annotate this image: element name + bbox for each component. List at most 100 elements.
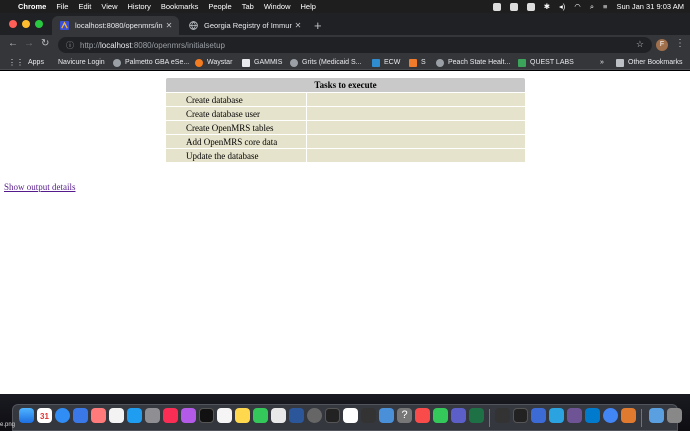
task-name: Update the database [166,148,306,162]
tab-georgia-registry[interactable]: Georgia Registry of Immunizatio ✕ [181,16,308,35]
trash-icon[interactable] [667,408,682,423]
menu-app-name[interactable]: Chrome [18,2,46,11]
notes-icon[interactable] [235,408,250,423]
dock-separator [489,409,490,427]
bookmark-ecw[interactable]: ECW [372,55,400,70]
disk-utility-icon[interactable] [379,408,394,423]
status-app-icon[interactable] [492,2,501,11]
wifi-icon[interactable]: ◠ [574,2,581,11]
database-icon[interactable] [531,408,546,423]
chrome-menu-icon[interactable]: ⋮ [675,38,685,49]
pages-icon[interactable] [109,408,124,423]
github-icon[interactable] [567,408,582,423]
bookmark-apps[interactable]: ⋮⋮ Apps [8,55,44,70]
safari-icon[interactable] [55,408,70,423]
bookmark-quest-labs[interactable]: QUEST LABS [518,55,574,70]
bookmark-waystar[interactable]: Waystar [195,55,232,70]
tab-title: localhost:8080/openmrs/initialse [75,21,163,30]
menu-people[interactable]: People [208,2,231,11]
task-status [306,106,525,120]
desktop-file-label[interactable]: e.png [0,422,15,428]
app-store-icon[interactable] [127,408,142,423]
podcasts-icon[interactable] [181,408,196,423]
status-app-icon[interactable] [526,2,535,11]
reload-icon[interactable]: ↻ [41,38,49,49]
bluetooth-icon[interactable]: ✱ [544,2,550,11]
site-info-icon[interactable]: ⓘ [66,40,74,51]
menu-bookmarks[interactable]: Bookmarks [161,2,199,11]
bookmark-s[interactable]: S [409,55,426,70]
bookmark-palmetto[interactable]: Palmetto GBA eSe... [113,55,189,70]
bookmark-navicure[interactable]: Navicure Login [58,55,105,70]
task-name: Create database [166,92,306,106]
google-icon[interactable] [343,408,358,423]
profile-avatar[interactable]: F [656,39,668,51]
menu-view[interactable]: View [101,2,117,11]
menu-edit[interactable]: Edit [78,2,91,11]
reminders-icon[interactable] [217,408,232,423]
word-icon[interactable] [289,408,304,423]
menu-window[interactable]: Window [264,2,291,11]
task-name: Create database user [166,106,306,120]
bookmark-grits[interactable]: Grits (Medicaid S... [290,55,362,70]
tab-openmrs-setup[interactable]: localhost:8080/openmrs/initialse ✕ [52,16,179,35]
mail-icon[interactable] [73,408,88,423]
bookmark-peach-state[interactable]: Peach State Healt... [436,55,510,70]
activity-icon[interactable] [361,408,376,423]
show-output-details-link[interactable]: Show output details [4,182,76,192]
menu-file[interactable]: File [56,2,68,11]
menu-history[interactable]: History [128,2,151,11]
chrome-icon[interactable] [603,408,618,423]
zoom-window-button[interactable] [35,20,43,28]
tab-strip: localhost:8080/openmrs/initialse ✕ Georg… [0,13,690,35]
forward-arrow-icon[interactable]: → [24,38,34,49]
vscode-icon[interactable] [585,408,600,423]
chrome-icon[interactable] [307,408,322,423]
close-window-button[interactable] [9,20,17,28]
bookmark-gammis[interactable]: GAMMIS [242,55,282,70]
close-tab-icon[interactable]: ✕ [163,21,175,30]
page-icon [242,58,250,67]
folder-icon [616,58,624,67]
preview-icon[interactable] [271,408,286,423]
help-icon[interactable]: ? [397,408,412,423]
volume-icon[interactable]: ◂) [559,2,565,11]
back-arrow-icon[interactable]: ← [8,38,18,49]
downloads-folder-icon[interactable] [649,408,664,423]
url-scheme: http:// [80,40,101,50]
menu-help[interactable]: Help [301,2,316,11]
waystar-icon [195,58,203,67]
stocks-icon[interactable] [495,408,510,423]
finder-icon[interactable] [19,408,34,423]
bookmark-other-bookmarks[interactable]: Other Bookmarks [616,55,682,70]
excel-icon[interactable] [469,408,484,423]
status-app-icon[interactable] [509,2,518,11]
search-icon[interactable]: ⌕ [590,2,594,12]
terminal-icon[interactable] [513,408,528,423]
new-tab-button[interactable]: + [314,18,322,33]
music-icon[interactable] [163,408,178,423]
bookmarks-overflow-button[interactable]: » [600,55,604,70]
minimize-window-button[interactable] [22,20,30,28]
close-tab-icon[interactable]: ✕ [292,21,304,30]
messages-icon[interactable] [433,408,448,423]
table-row: Create OpenMRS tables [166,120,525,134]
app-icon[interactable] [621,408,636,423]
bookmarks-bar: ⋮⋮ Apps Navicure Login Palmetto GBA eSe..… [0,55,690,70]
bookmark-star-icon[interactable]: ☆ [636,39,644,50]
news-icon[interactable] [415,408,430,423]
globe-icon [436,58,444,67]
photos-icon[interactable] [91,408,106,423]
terminal-icon[interactable] [325,408,340,423]
settings-gear-icon[interactable] [145,408,160,423]
menu-tab[interactable]: Tab [242,2,254,11]
numbers-icon[interactable] [253,408,268,423]
teams-icon[interactable] [451,408,466,423]
calendar-icon[interactable]: 31 [37,408,52,423]
control-center-icon[interactable]: ≡ [603,2,607,11]
mysql-icon[interactable] [549,408,564,423]
menubar-clock[interactable]: Sun Jan 31 9:03 AM [616,2,684,11]
browser-toolbar: ← → ↻ ⓘ http://localhost:8080/openmrs/in… [0,35,690,55]
tv-icon[interactable] [199,408,214,423]
address-bar[interactable]: ⓘ http://localhost:8080/openmrs/initials… [58,37,652,53]
